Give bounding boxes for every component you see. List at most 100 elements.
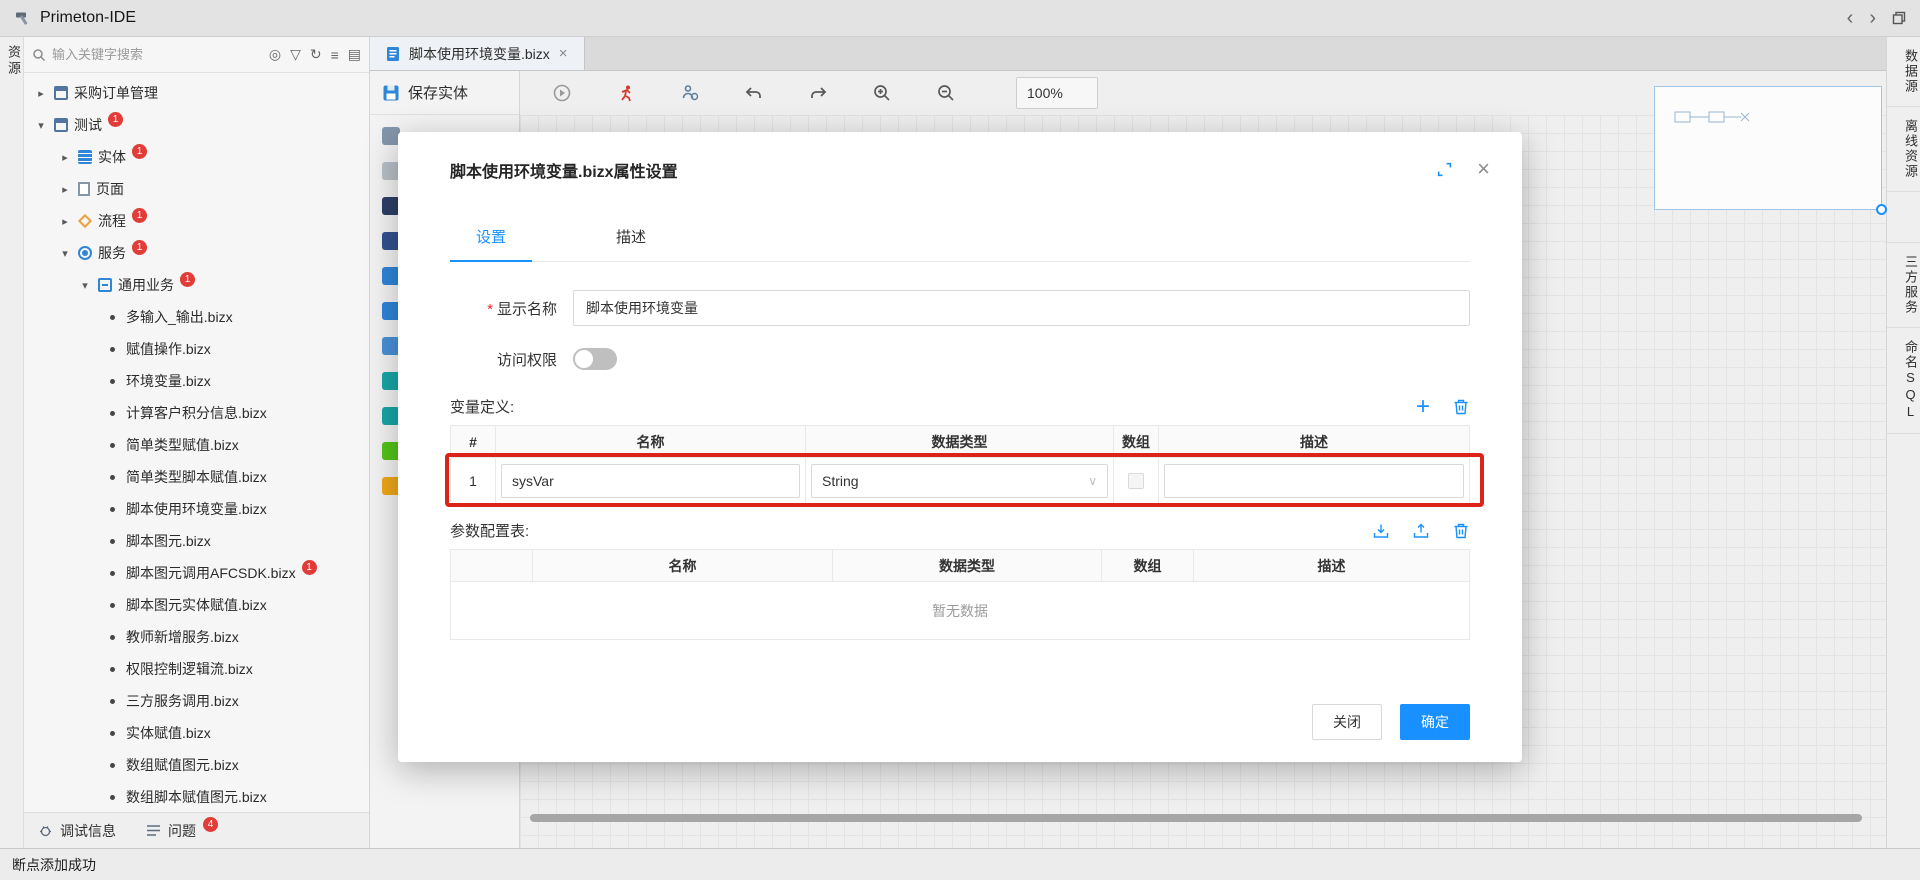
delete-variable-icon[interactable] — [1452, 398, 1470, 416]
col-desc: 描述 — [1194, 550, 1470, 582]
expand-arrow-icon[interactable] — [34, 119, 48, 132]
palette-header[interactable]: 保存实体 — [370, 71, 519, 115]
tree-item[interactable]: 服务 1 — [24, 237, 369, 269]
resource-sidebar: ◎ ▽ ↻ ≡ ▤ 采购订单管理 测试 1 — [24, 37, 370, 848]
delete-param-icon[interactable] — [1452, 522, 1470, 540]
tree-item[interactable]: 采购订单管理 — [24, 77, 369, 109]
tree-item[interactable]: 脚本图元调用AFCSDK.bizx 1 — [24, 557, 369, 589]
run-icon[interactable] — [616, 83, 636, 103]
dialog-tabs: 设置 描述 — [450, 226, 1470, 262]
tree-node-label: 通用业务 — [118, 275, 174, 295]
right-rail-tab[interactable]: 数据源 — [1887, 37, 1920, 107]
variable-array-checkbox[interactable] — [1128, 473, 1144, 489]
publish-icon[interactable] — [552, 83, 572, 103]
tree-item[interactable]: 实体 1 — [24, 141, 369, 173]
minimap-flow-preview — [1673, 103, 1783, 131]
tree-item[interactable]: 页面 — [24, 173, 369, 205]
tree-item[interactable]: 数组脚本赋值图元.bizx — [24, 781, 369, 812]
access-label: 访问权限 — [450, 349, 573, 370]
problems-tab[interactable]: 问题 4 — [146, 821, 218, 841]
rail-tab-resources[interactable]: 资源 — [0, 45, 23, 77]
right-rail-tab[interactable]: 三方服务 — [1887, 242, 1920, 328]
params-section-label: 参数配置表: — [450, 520, 529, 541]
col-desc: 描述 — [1159, 426, 1470, 458]
dialog-close-icon[interactable]: × — [1477, 158, 1490, 180]
tree-node-icon — [110, 731, 115, 736]
tab-settings[interactable]: 设置 — [450, 226, 532, 262]
tree-item[interactable]: 实体赋值.bizx — [24, 717, 369, 749]
tree-item[interactable]: 流程 1 — [24, 205, 369, 237]
tree-item[interactable]: 数组赋值图元.bizx — [24, 749, 369, 781]
list-icon[interactable]: ≡ — [331, 47, 339, 63]
minimap-resize-handle[interactable] — [1876, 204, 1887, 215]
required-mark: * — [487, 301, 493, 318]
tree-item[interactable]: 三方服务调用.bizx — [24, 685, 369, 717]
tree-node-icon — [110, 475, 115, 480]
minimap[interactable] — [1654, 86, 1882, 210]
tree-item[interactable]: 测试 1 — [24, 109, 369, 141]
tree-item[interactable]: 权限控制逻辑流.bizx — [24, 653, 369, 685]
expand-arrow-icon[interactable] — [78, 279, 92, 292]
redo-icon[interactable] — [808, 83, 828, 103]
tree-item[interactable]: 多输入_输出.bizx — [24, 301, 369, 333]
ok-button[interactable]: 确定 — [1400, 704, 1470, 740]
expand-arrow-icon[interactable] — [58, 215, 72, 228]
fullscreen-icon[interactable] — [1436, 161, 1453, 178]
expand-arrow-icon[interactable] — [58, 151, 72, 164]
display-name-input[interactable] — [573, 290, 1470, 326]
app-title: Primeton-IDE — [40, 9, 136, 27]
tree-item[interactable]: 计算客户积分信息.bizx — [24, 397, 369, 429]
import-icon[interactable] — [1372, 522, 1390, 540]
horizontal-scrollbar[interactable] — [530, 814, 1862, 822]
editor-tabbar: 脚本使用环境变量.bizx × — [370, 37, 1886, 71]
variable-desc-input[interactable] — [1164, 464, 1464, 498]
editor-tab[interactable]: 脚本使用环境变量.bizx × — [370, 37, 585, 70]
status-message: 断点添加成功 — [12, 855, 96, 875]
copy-doc-icon[interactable]: ▤ — [348, 46, 361, 63]
zoom-out-icon[interactable] — [936, 83, 956, 103]
tree-item[interactable]: 环境变量.bizx — [24, 365, 369, 397]
expand-arrow-icon[interactable] — [58, 183, 72, 196]
variable-type-select[interactable]: String ∨ — [811, 464, 1108, 498]
tree-item[interactable]: 脚本图元.bizx — [24, 525, 369, 557]
tab-description[interactable]: 描述 — [590, 226, 672, 261]
access-row: 访问权限 — [450, 348, 1470, 370]
params-header-row: 名称 数据类型 数组 描述 — [451, 550, 1470, 582]
tree-item[interactable]: 脚本使用环境变量.bizx — [24, 493, 369, 525]
col-type: 数据类型 — [833, 550, 1102, 582]
filter-icon[interactable]: ▽ — [290, 46, 301, 63]
refresh-icon[interactable]: ↻ — [310, 46, 322, 63]
window-restore-icon[interactable] — [1892, 11, 1906, 25]
right-rail-tab[interactable]: 离线资源 — [1887, 107, 1920, 192]
access-toggle[interactable] — [573, 348, 617, 370]
expand-arrow-icon[interactable] — [58, 247, 72, 260]
nav-forward-icon[interactable]: › — [1869, 8, 1876, 28]
tree-item[interactable]: 教师新增服务.bizx — [24, 621, 369, 653]
palette-header-label: 保存实体 — [408, 82, 468, 103]
tree-item[interactable]: 脚本图元实体赋值.bizx — [24, 589, 369, 621]
nav-back-icon[interactable]: ‹ — [1847, 8, 1854, 28]
search-input[interactable] — [52, 47, 263, 62]
tree-node-label: 服务 — [98, 243, 126, 263]
debug-info-tab[interactable]: 调试信息 — [38, 821, 116, 841]
col-array: 数组 — [1114, 426, 1159, 458]
tab-close-icon[interactable]: × — [559, 45, 568, 62]
zoom-level-select[interactable]: 100% — [1016, 77, 1098, 109]
zoom-in-icon[interactable] — [872, 83, 892, 103]
right-rail-tab[interactable]: 命名SQL — [1887, 328, 1920, 434]
add-variable-icon[interactable]: + — [1416, 398, 1430, 416]
close-button[interactable]: 关闭 — [1312, 704, 1382, 740]
tree-node-icon — [110, 411, 115, 416]
expand-arrow-icon[interactable] — [34, 87, 48, 100]
locate-icon[interactable]: ◎ — [269, 46, 281, 63]
tree-item[interactable]: 通用业务 1 — [24, 269, 369, 301]
variable-name-input[interactable] — [501, 464, 800, 498]
tree-item[interactable]: 简单类型脚本赋值.bizx — [24, 461, 369, 493]
undo-icon[interactable] — [744, 83, 764, 103]
display-name-row: *显示名称 — [450, 290, 1470, 326]
export-icon[interactable] — [1412, 522, 1430, 540]
variable-row: 1 String ∨ — [451, 458, 1470, 504]
tree-item[interactable]: 简单类型赋值.bizx — [24, 429, 369, 461]
tree-item[interactable]: 赋值操作.bizx — [24, 333, 369, 365]
debug-config-icon[interactable] — [680, 83, 700, 103]
